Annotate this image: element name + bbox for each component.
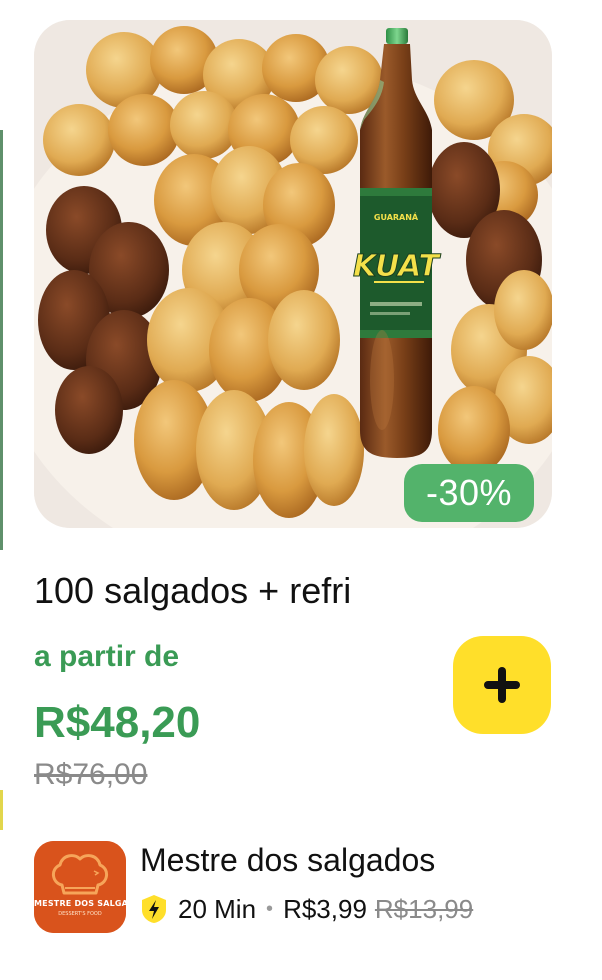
original-delivery-fee: R$13,99	[374, 893, 474, 924]
store-name[interactable]: Mestre dos salgados	[140, 842, 435, 879]
price-from-label: a partir de	[34, 640, 180, 673]
bottle-brand: KUAT	[353, 249, 442, 284]
product-image[interactable]: GUARANÁ KUAT	[34, 20, 552, 528]
product-title[interactable]: 100 salgados + refri	[34, 570, 351, 612]
store-logo-text: MESTRE DOS SALGADOS	[34, 899, 126, 908]
add-to-cart-button[interactable]	[453, 636, 551, 734]
product-card[interactable]: GUARANÁ KUAT -30% 100 salgados + refri a…	[0, 0, 602, 980]
delivery-time: 20 Min	[178, 893, 257, 924]
current-price: R$48,20	[34, 698, 201, 747]
store-logo-tagline: DESSERT'S FOOD	[58, 911, 102, 917]
separator-dot: •	[266, 897, 274, 920]
lightning-bolt-icon	[142, 895, 166, 923]
plus-icon	[484, 667, 520, 703]
delivery-fee: R$3,99	[283, 893, 367, 924]
store-delivery-info: 20 Min • R$3,99 R$13,99	[140, 892, 473, 926]
store-logo[interactable]: MESTRE DOS SALGADOS DESSERT'S FOOD	[34, 841, 126, 933]
chef-hat-icon	[34, 841, 126, 933]
salgados-photo: GUARANÁ KUAT	[34, 20, 552, 528]
original-price: R$76,00	[34, 758, 148, 791]
discount-badge: -30%	[404, 464, 534, 522]
bottle-subtitle: GUARANÁ	[374, 211, 419, 222]
